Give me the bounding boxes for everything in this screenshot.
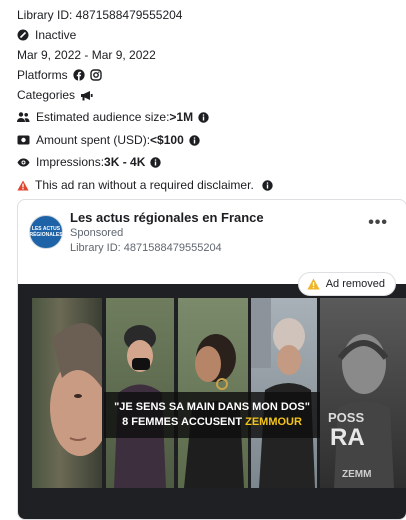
photo-panel-1 xyxy=(32,298,102,488)
disclaimer-row: This ad ran without a required disclaime… xyxy=(17,178,279,192)
ad-removed-badge: Ad removed xyxy=(297,272,396,296)
poster-text: POSS xyxy=(328,410,365,425)
library-id: Library ID: 4871588479555204 xyxy=(17,8,183,22)
money-icon xyxy=(17,135,30,145)
facebook-icon xyxy=(73,69,85,81)
sponsored-label: Sponsored xyxy=(70,227,124,239)
warning-icon xyxy=(307,278,320,290)
info-icon[interactable] xyxy=(198,111,209,123)
info-icon[interactable] xyxy=(150,156,162,168)
ad-video-thumbnail[interactable]: POSS RA ZEMM "JE SENS SA MAIN DANS MON D… xyxy=(18,284,406,519)
impressions-label: Impressions: xyxy=(36,155,105,169)
poster-text-small: ZEMM xyxy=(342,469,372,480)
amount-value: <$100 xyxy=(150,133,184,147)
caption-line-2: 8 FEMMES ACCUSENT ZEMMOUR xyxy=(122,416,302,428)
status-row: Inactive xyxy=(17,28,76,42)
caption-line-1: "JE SENS SA MAIN DANS MON DOS" xyxy=(114,401,310,413)
disclaimer-text: This ad ran without a required disclaime… xyxy=(35,178,254,192)
inactive-icon xyxy=(17,29,29,41)
more-options-button[interactable]: ••• xyxy=(368,214,388,232)
status-text: Inactive xyxy=(35,28,77,42)
poster-panel: POSS RA ZEMM xyxy=(320,298,406,488)
info-icon[interactable] xyxy=(189,134,200,146)
date-range: Mar 9, 2022 - Mar 9, 2022 xyxy=(17,48,156,62)
platforms-row: Platforms xyxy=(17,68,102,82)
eye-icon xyxy=(17,158,30,167)
megaphone-icon xyxy=(80,90,93,101)
card-library-id: Library ID: 4871588479555204 xyxy=(70,242,222,254)
audience-value: >1M xyxy=(169,110,194,124)
page-avatar[interactable]: LES ACTUS RÉGIONALES xyxy=(29,215,63,249)
ad-preview-card: LES ACTUS RÉGIONALES Les actus régionale… xyxy=(17,199,406,520)
video-caption: "JE SENS SA MAIN DANS MON DOS" 8 FEMMES … xyxy=(104,392,320,438)
people-icon xyxy=(17,112,30,122)
impressions-row: Impressions: 3K - 4K xyxy=(17,155,162,169)
amount-row: Amount spent (USD): <$100 xyxy=(17,133,200,147)
impressions-value: 3K - 4K xyxy=(104,155,146,169)
instagram-icon xyxy=(89,69,102,81)
info-icon[interactable] xyxy=(262,179,273,191)
caption-highlight: ZEMMOUR xyxy=(245,416,302,428)
page-name[interactable]: Les actus régionales en France xyxy=(70,210,264,225)
categories-label: Categories xyxy=(17,88,76,102)
platforms-label: Platforms xyxy=(17,68,68,82)
amount-label: Amount spent (USD): xyxy=(36,133,151,147)
poster-text-large: RA xyxy=(330,424,365,451)
warning-icon xyxy=(17,180,29,191)
audience-row: Estimated audience size: >1M xyxy=(17,110,209,124)
audience-label: Estimated audience size: xyxy=(36,110,170,124)
categories-row: Categories xyxy=(17,88,93,102)
